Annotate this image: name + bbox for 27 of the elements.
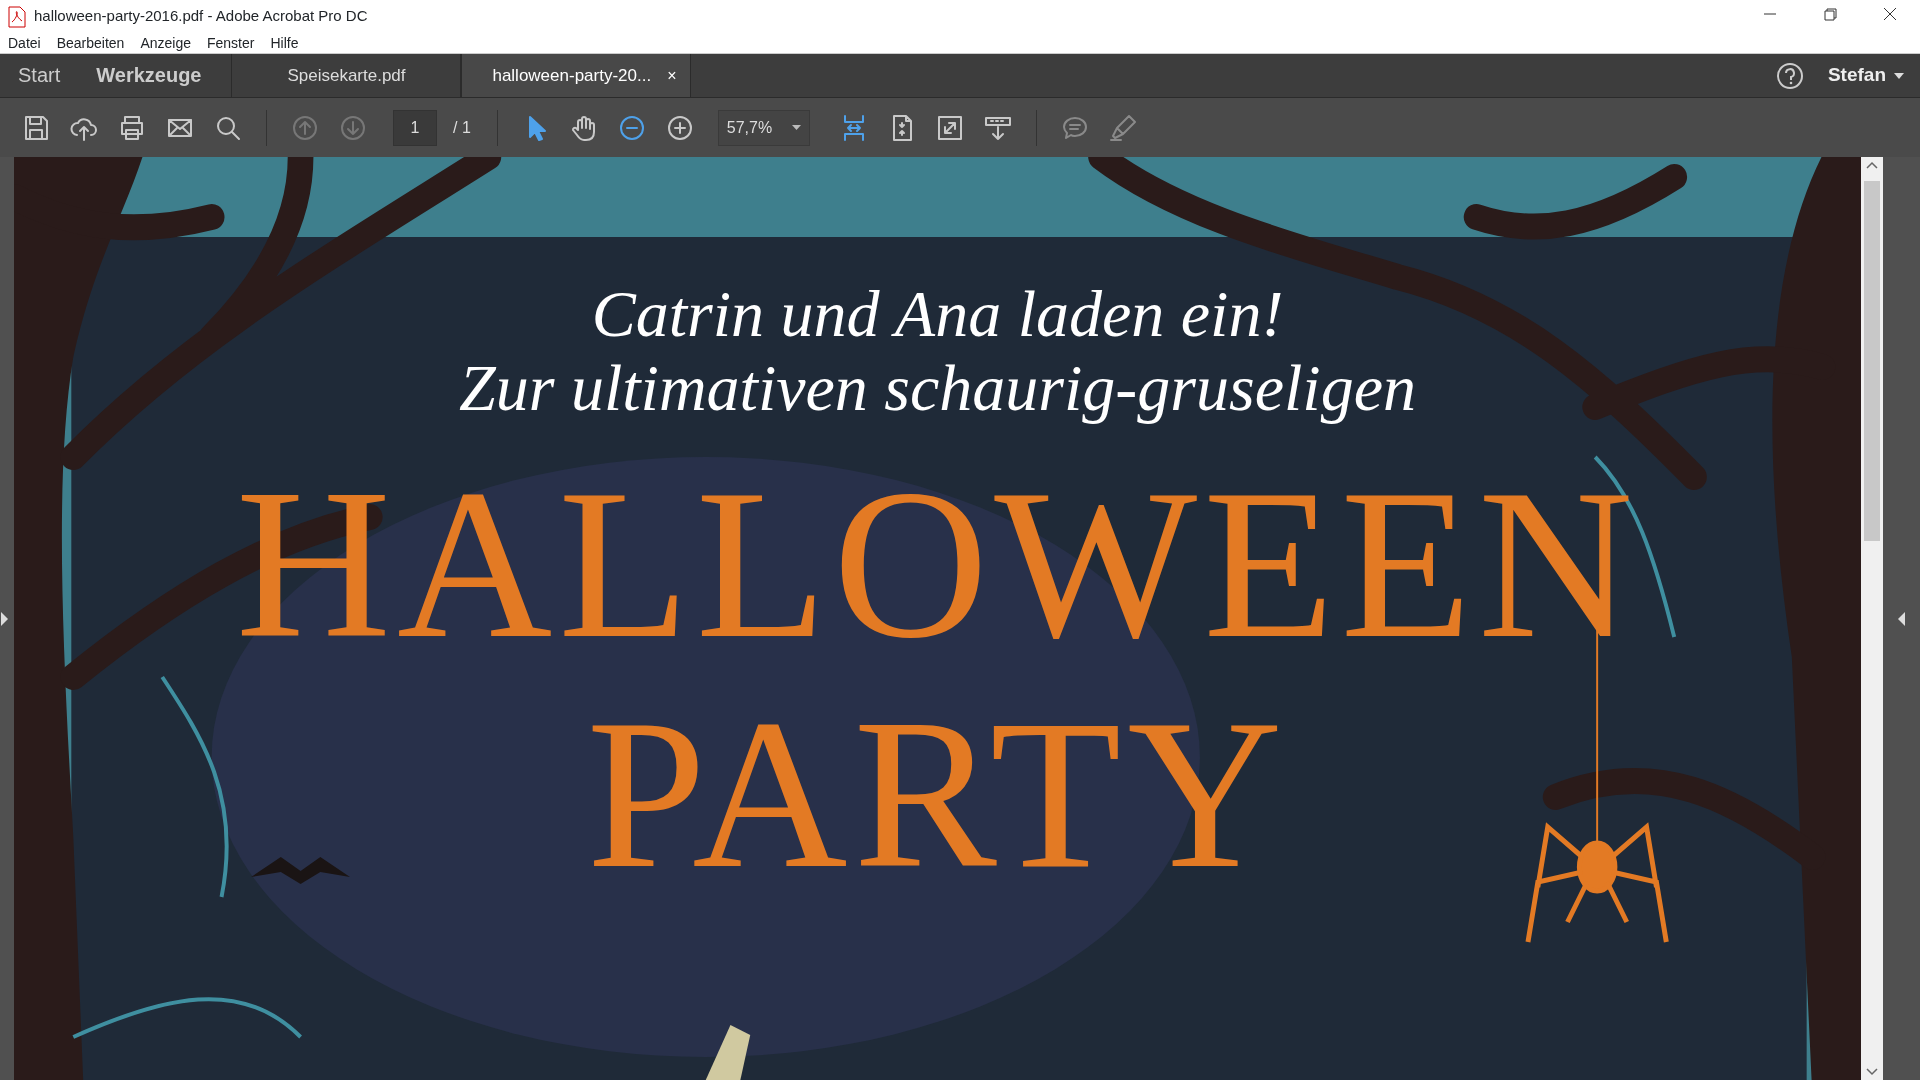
pdf-file-icon bbox=[8, 5, 26, 28]
menu-item[interactable]: Bearbeiten bbox=[48, 33, 133, 53]
invitation-text: Zur ultimativen schaurig-gruseligen bbox=[459, 351, 1416, 425]
menu-item[interactable]: Hilfe bbox=[262, 33, 307, 53]
nav-tab[interactable]: Start bbox=[0, 54, 79, 97]
invitation-text: Catrin und Ana laden ein! bbox=[591, 277, 1284, 351]
menu-item[interactable]: Fenster bbox=[199, 33, 263, 53]
page-count: / 1 bbox=[453, 117, 471, 138]
close-tab-button[interactable]: × bbox=[667, 54, 677, 97]
document-tab[interactable]: Speisekarte.pdf bbox=[231, 54, 462, 97]
window-title: halloween-party-2016.pdf - Adobe Acrobat Pro DC bbox=[34, 6, 368, 27]
menu-item[interactable]: Anzeige bbox=[132, 33, 199, 53]
document-tab[interactable]: halloween-party-20... × bbox=[461, 54, 692, 97]
caret-icon[interactable] bbox=[1894, 72, 1904, 79]
party-title: HALLOWEEN bbox=[235, 449, 1640, 679]
caret-icon bbox=[791, 125, 801, 130]
expand-panel-icon[interactable] bbox=[0, 611, 8, 626]
collapse-panel-icon[interactable] bbox=[1897, 611, 1906, 626]
highlighter-icon[interactable] bbox=[1107, 112, 1138, 143]
user-name[interactable]: Stefan bbox=[1827, 61, 1886, 90]
nav-tab[interactable]: Werkzeuge bbox=[78, 54, 220, 97]
help-icon[interactable] bbox=[1775, 61, 1804, 90]
party-title: PARTY bbox=[586, 679, 1289, 909]
menu-item[interactable]: Datei bbox=[0, 33, 49, 53]
zoom-dropdown[interactable]: 57,7% bbox=[717, 109, 810, 146]
page-number-field[interactable]: 1 bbox=[393, 109, 437, 146]
scrollbar-thumb[interactable] bbox=[1864, 181, 1880, 541]
